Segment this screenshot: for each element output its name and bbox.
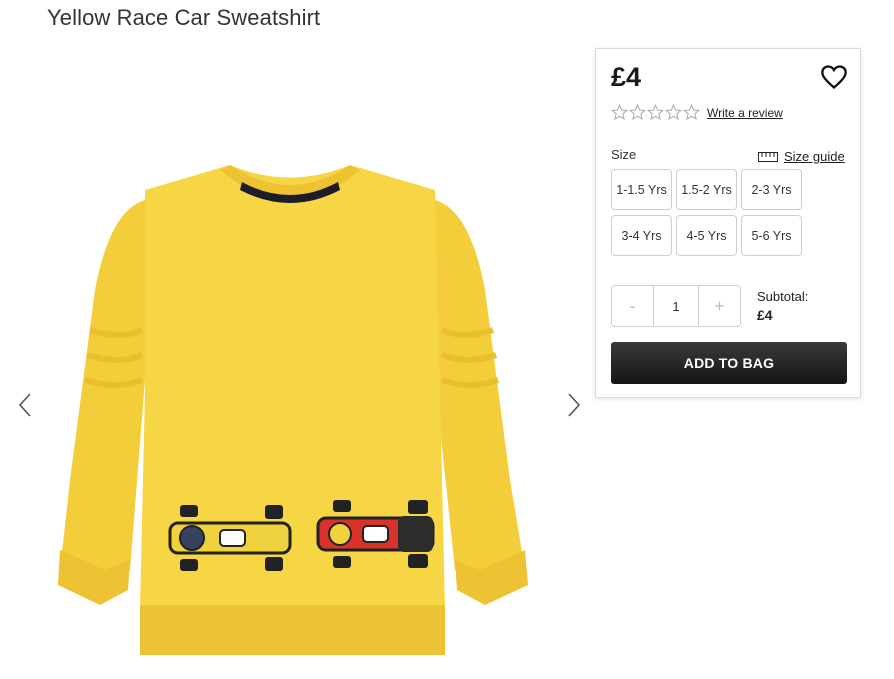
size-guide-link[interactable]: Size guide: [758, 149, 845, 164]
subtotal: Subtotal: £4: [757, 289, 808, 323]
size-option[interactable]: 1.5-2 Yrs: [676, 169, 737, 210]
chevron-left-icon: [18, 393, 31, 417]
size-option[interactable]: 1-1.5 Yrs: [611, 169, 672, 210]
subtotal-value: £4: [757, 307, 773, 323]
size-option[interactable]: 2-3 Yrs: [741, 169, 802, 210]
gallery-prev-button[interactable]: [14, 391, 36, 419]
add-to-bag-button[interactable]: ADD TO BAG: [611, 342, 847, 384]
size-option[interactable]: 3-4 Yrs: [611, 215, 672, 256]
heart-icon: [821, 65, 847, 90]
star-icon[interactable]: [647, 104, 664, 121]
purchase-panel: £4 Write a review Size Size guide 1-1.5 …: [595, 48, 861, 398]
size-option[interactable]: 5-6 Yrs: [741, 215, 802, 256]
product-price: £4: [611, 62, 642, 92]
quantity-input[interactable]: [653, 286, 699, 326]
quantity-stepper: - +: [611, 285, 741, 327]
chevron-right-icon: [568, 393, 581, 417]
product-gallery: [0, 40, 600, 679]
subtotal-label: Subtotal:: [757, 289, 809, 304]
quantity-decrease-button[interactable]: -: [612, 286, 653, 326]
rating-row: Write a review: [611, 104, 783, 121]
product-title: Yellow Race Car Sweatshirt: [47, 5, 321, 30]
star-icon[interactable]: [611, 104, 628, 121]
star-icon[interactable]: [665, 104, 682, 121]
quantity-increase-button[interactable]: +: [699, 286, 740, 326]
wishlist-button[interactable]: [820, 63, 848, 91]
star-icon[interactable]: [683, 104, 700, 121]
product-image[interactable]: [50, 150, 570, 670]
star-icon[interactable]: [629, 104, 646, 121]
size-option[interactable]: 4-5 Yrs: [676, 215, 737, 256]
ruler-icon: [758, 151, 778, 162]
size-label: Size: [611, 147, 637, 162]
write-review-link[interactable]: Write a review: [707, 106, 783, 120]
size-options: 1-1.5 Yrs 1.5-2 Yrs 2-3 Yrs 3-4 Yrs 4-5 …: [611, 169, 811, 256]
size-guide-label: Size guide: [784, 149, 845, 164]
gallery-next-button[interactable]: [563, 391, 585, 419]
